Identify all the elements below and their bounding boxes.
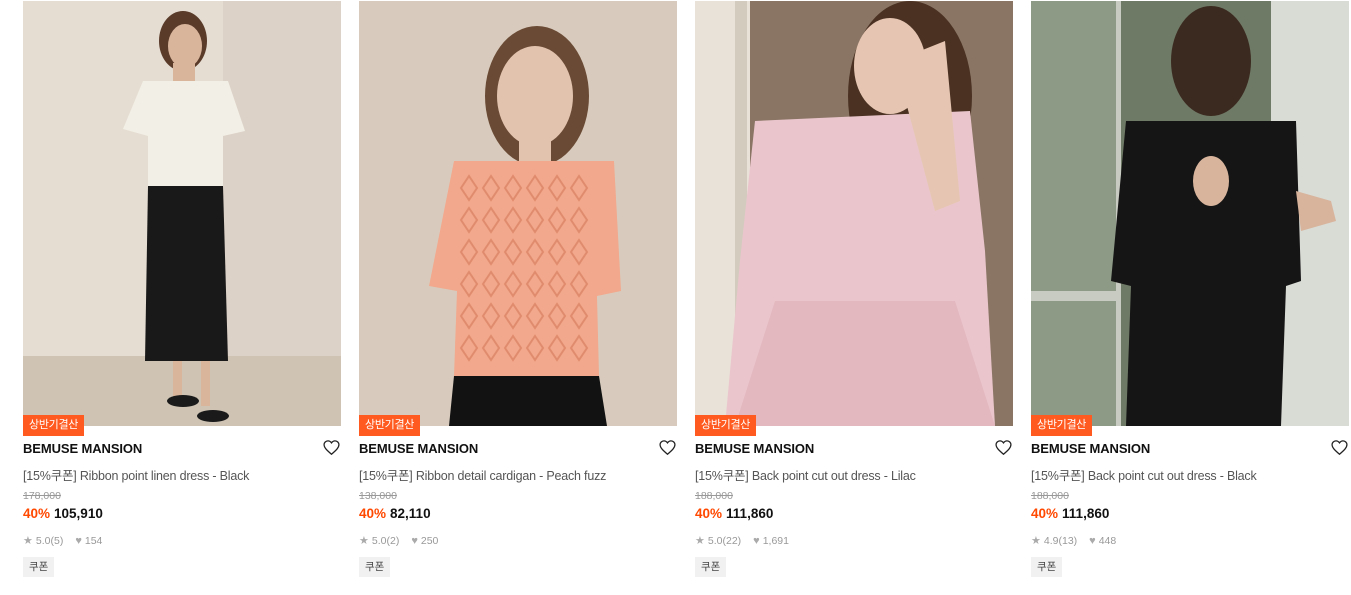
sale-badge: 상반기결산 [359, 415, 421, 436]
brand-name[interactable]: BEMUSE MANSION [695, 441, 814, 456]
rating-value: 5.0 [35, 534, 51, 547]
discount-rate: 40% [23, 506, 51, 521]
heart-filled-icon: ♥ [1089, 534, 1096, 547]
review-count: (22) [722, 534, 742, 547]
coupon-tag: 쿠폰 [23, 557, 55, 577]
product-card[interactable]: 상반기결산 BEMUSE MANSION [15%쿠폰] Back point … [1031, 0, 1349, 595]
rating-value: 4.9 [1043, 534, 1059, 547]
like-count: 154 [84, 534, 103, 547]
brand-name[interactable]: BEMUSE MANSION [1031, 441, 1150, 456]
discount-rate: 40% [1031, 506, 1059, 521]
review-meta: ★ 4.9 (13) ♥ 448 [1031, 534, 1117, 548]
product-image[interactable] [1031, 1, 1349, 426]
price-row: 40% 111,860 [695, 506, 773, 521]
price-row: 40% 82,110 [359, 506, 431, 521]
sale-price: 105,910 [54, 506, 103, 521]
original-price: 138,000 [359, 490, 397, 502]
price-row: 40% 105,910 [23, 506, 103, 521]
heart-outline-icon [658, 439, 676, 455]
sale-badge: 상반기결산 [1031, 415, 1093, 436]
product-card[interactable]: 상반기결산 BEMUSE MANSION [15%쿠폰] Ribbon deta… [359, 0, 677, 595]
review-meta: ★ 5.0 (2) ♥ 250 [359, 534, 439, 548]
coupon-tag: 쿠폰 [359, 557, 391, 577]
rating-value: 5.0 [707, 534, 723, 547]
sale-badge: 상반기결산 [695, 415, 757, 436]
sale-badge: 상반기결산 [23, 415, 85, 436]
product-grid: 상반기결산 BEMUSE MANSION [15%쿠폰] Ribbon poin… [0, 0, 1351, 595]
product-title[interactable]: [15%쿠폰] Ribbon point linen dress - Black [23, 465, 249, 484]
wishlist-button[interactable] [657, 437, 677, 457]
heart-outline-icon [994, 439, 1012, 455]
star-icon: ★ [1031, 535, 1041, 547]
star-icon: ★ [23, 535, 33, 547]
review-count: (5) [50, 534, 64, 547]
product-photo [1031, 1, 1349, 426]
product-title[interactable]: [15%쿠폰] Back point cut out dress - Black [1031, 465, 1257, 484]
like-count: 1,691 [762, 534, 789, 547]
sale-price: 82,110 [390, 506, 431, 521]
product-photo [23, 1, 341, 426]
review-meta: ★ 5.0 (22) ♥ 1,691 [695, 534, 789, 548]
star-icon: ★ [359, 535, 369, 547]
original-price: 188,000 [695, 490, 733, 502]
product-image[interactable] [359, 1, 677, 426]
product-photo [695, 1, 1013, 426]
heart-filled-icon: ♥ [753, 534, 760, 547]
sale-price: 111,860 [726, 506, 774, 521]
heart-filled-icon: ♥ [75, 534, 82, 547]
brand-name[interactable]: BEMUSE MANSION [23, 441, 142, 456]
review-count: (13) [1058, 534, 1078, 547]
like-count: 250 [420, 534, 439, 547]
original-price: 188,000 [1031, 490, 1069, 502]
brand-name[interactable]: BEMUSE MANSION [359, 441, 478, 456]
discount-rate: 40% [359, 506, 387, 521]
star-icon: ★ [695, 535, 705, 547]
original-price: 178,000 [23, 490, 61, 502]
product-image[interactable] [695, 1, 1013, 426]
wishlist-button[interactable] [993, 437, 1013, 457]
product-title[interactable]: [15%쿠폰] Ribbon detail cardigan - Peach f… [359, 465, 606, 484]
product-image[interactable] [23, 1, 341, 426]
sale-price: 111,860 [1062, 506, 1110, 521]
product-photo [359, 1, 677, 426]
price-row: 40% 111,860 [1031, 506, 1109, 521]
coupon-tag: 쿠폰 [1031, 557, 1063, 577]
product-card[interactable]: 상반기결산 BEMUSE MANSION [15%쿠폰] Ribbon poin… [23, 0, 341, 595]
wishlist-button[interactable] [321, 437, 341, 457]
coupon-tag: 쿠폰 [695, 557, 727, 577]
heart-filled-icon: ♥ [411, 534, 418, 547]
heart-outline-icon [1330, 439, 1348, 455]
review-meta: ★ 5.0 (5) ♥ 154 [23, 534, 103, 548]
review-count: (2) [386, 534, 400, 547]
product-card[interactable]: 상반기결산 BEMUSE MANSION [15%쿠폰] Back point … [695, 0, 1013, 595]
discount-rate: 40% [695, 506, 723, 521]
heart-outline-icon [322, 439, 340, 455]
wishlist-button[interactable] [1329, 437, 1349, 457]
product-title[interactable]: [15%쿠폰] Back point cut out dress - Lilac [695, 465, 916, 484]
rating-value: 5.0 [371, 534, 387, 547]
like-count: 448 [1098, 534, 1117, 547]
